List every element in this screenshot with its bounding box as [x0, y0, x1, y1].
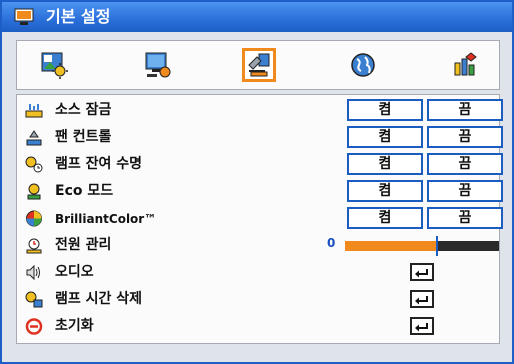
slider-thumb[interactable] [436, 236, 439, 256]
row-power-management[interactable]: 전원 관리 0 [17, 232, 499, 259]
option-off-button[interactable]: 끔 [427, 180, 503, 202]
row-label: 초기화 [55, 318, 94, 334]
source-lock-icon [25, 102, 43, 119]
tab-advanced[interactable] [448, 48, 482, 82]
monitor-menu-icon [14, 8, 34, 26]
slider-fill [345, 241, 438, 251]
tab-image[interactable] [37, 48, 71, 82]
lamp-reset-icon [25, 291, 43, 308]
row-brilliantcolor[interactable]: BrilliantColor™ 켬 끔 [17, 205, 503, 232]
tab-display[interactable] [141, 48, 175, 82]
row-label: 램프 시간 삭제 [55, 291, 143, 307]
fan-control-icon [25, 129, 43, 146]
settings-list: 소스 잠금 켬 끔 팬 컨트롤 켬 끔 램프 잔여 수명 켬 끔 Eco 모드 [16, 94, 503, 344]
power-slider[interactable] [345, 236, 499, 256]
setup-icon [248, 53, 270, 77]
category-tab-bar [16, 40, 500, 90]
slider-value: 0 [327, 236, 336, 250]
row-label: 팬 컨트롤 [55, 129, 112, 145]
row-lamp-life[interactable]: 램프 잔여 수명 켬 끔 [17, 151, 503, 178]
option-off-button[interactable]: 끔 [427, 99, 503, 121]
window-title: 기본 설정 [46, 7, 111, 26]
tab-setup[interactable] [242, 48, 276, 82]
option-on-button[interactable]: 켬 [347, 207, 423, 229]
brilliantcolor-icon [25, 210, 43, 227]
option-on-button[interactable]: 켬 [347, 99, 423, 121]
row-label: Eco 모드 [55, 183, 114, 199]
language-globe-icon [351, 53, 375, 77]
enter-icon[interactable] [410, 263, 434, 281]
row-label: 오디오 [55, 264, 94, 280]
row-fan-control[interactable]: 팬 컨트롤 켬 끔 [17, 124, 503, 151]
row-lamp-reset[interactable]: 램프 시간 삭제 [17, 286, 499, 313]
row-label: 램프 잔여 수명 [55, 156, 143, 172]
row-reset[interactable]: 초기화 [17, 313, 499, 340]
row-label: BrilliantColor™ [55, 212, 157, 226]
power-management-icon [25, 237, 43, 254]
enter-icon[interactable] [410, 317, 434, 335]
reset-icon [25, 318, 43, 335]
lamp-life-icon [25, 156, 43, 173]
enter-icon[interactable] [410, 290, 434, 308]
advanced-settings-icon [454, 52, 477, 76]
display-settings-icon [145, 52, 171, 78]
title-bar: 기본 설정 [2, 2, 512, 32]
option-off-button[interactable]: 끔 [427, 207, 503, 229]
eco-mode-icon [25, 183, 43, 200]
option-on-button[interactable]: 켬 [347, 153, 423, 175]
option-on-button[interactable]: 켬 [347, 126, 423, 148]
option-off-button[interactable]: 끔 [427, 153, 503, 175]
audio-icon [25, 264, 43, 281]
row-audio[interactable]: 오디오 [17, 259, 499, 286]
image-settings-icon [41, 52, 68, 79]
row-label: 소스 잠금 [55, 102, 112, 118]
tab-language[interactable] [346, 48, 380, 82]
row-source-lock[interactable]: 소스 잠금 켬 끔 [17, 97, 503, 124]
settings-window: 기본 설정 소스 잠금 켬 끔 팬 컨트롤 켬 끔 램프 잔여 수명 켬 끔 E… [0, 0, 514, 364]
option-off-button[interactable]: 끔 [427, 126, 503, 148]
row-eco-mode[interactable]: Eco 모드 켬 끔 [17, 178, 503, 205]
option-on-button[interactable]: 켬 [347, 180, 423, 202]
row-label: 전원 관리 [55, 237, 112, 253]
